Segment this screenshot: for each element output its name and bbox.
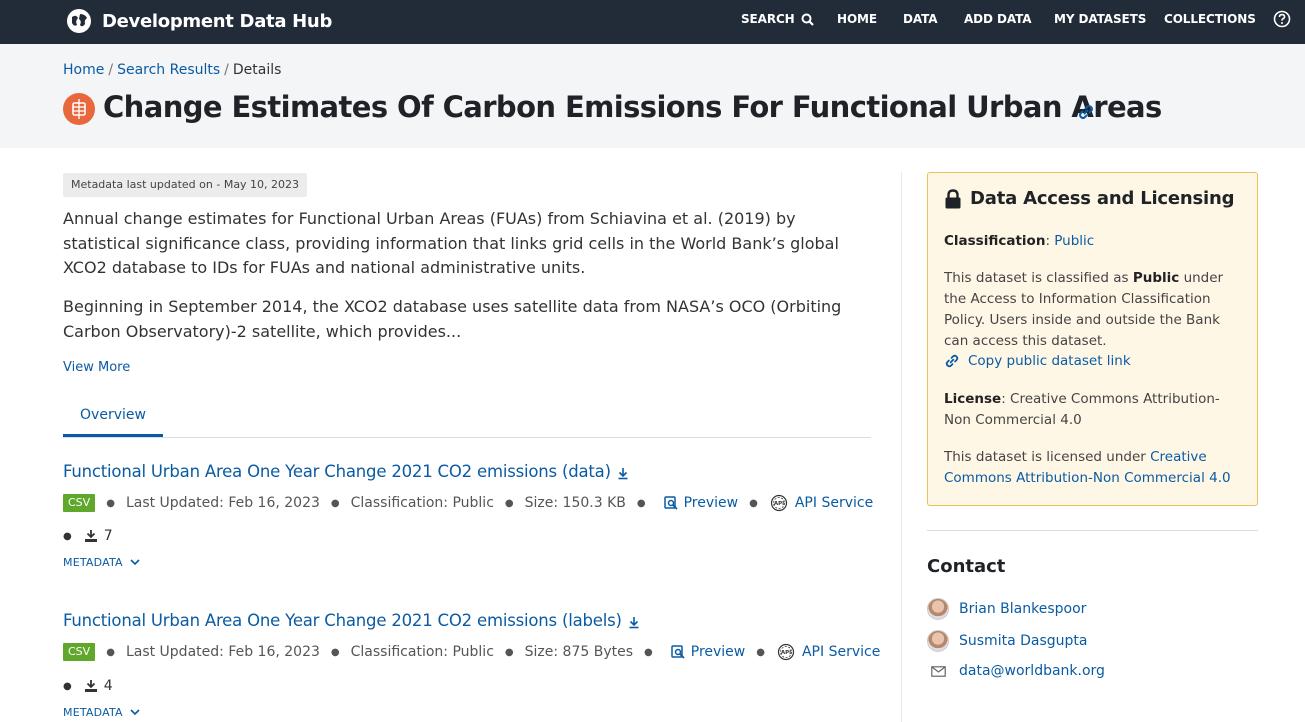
- tab-divider: [63, 437, 871, 438]
- metadata-toggle[interactable]: METADATA: [63, 706, 140, 719]
- svg-text:API: API: [774, 501, 784, 507]
- breadcrumb-search-results[interactable]: Search Results: [117, 62, 220, 78]
- download-icon[interactable]: [617, 466, 629, 480]
- breadcrumb-home[interactable]: Home: [63, 62, 104, 78]
- app-name: Development Data Hub: [102, 10, 333, 32]
- section-divider: [927, 530, 1258, 531]
- tab-overview[interactable]: Overview: [63, 401, 163, 437]
- view-more-link[interactable]: View More: [63, 360, 130, 375]
- page-title: Change Estimates Of Carbon Emissions For…: [103, 90, 1162, 124]
- link-icon[interactable]: [1077, 103, 1095, 121]
- nav-my-datasets[interactable]: MY DATASETS: [1054, 12, 1146, 26]
- classification: Public: [452, 495, 494, 511]
- dataset-type-icon: [63, 93, 95, 125]
- preview-icon: [671, 645, 685, 659]
- format-badge: CSV: [63, 643, 96, 661]
- api-icon: API: [770, 494, 787, 512]
- resource-meta: CSV ● Last Updated: Feb 16, 2023 ● Class…: [63, 494, 873, 512]
- preview-icon: [663, 496, 678, 510]
- classification-line: Classification: Public: [944, 233, 1095, 249]
- file-size: 150.3 KB: [562, 495, 626, 511]
- last-updated: Feb 16, 2023: [228, 495, 320, 511]
- description-paragraph-2: Beginning in September 2014, the XCO2 da…: [63, 297, 842, 341]
- breadcrumb: Home / Search Results / Details: [63, 62, 282, 78]
- classification-link[interactable]: Public: [1054, 233, 1094, 249]
- data-access-title: Data Access and Licensing: [944, 188, 1235, 209]
- nav-collections[interactable]: COLLECTIONS: [1164, 12, 1256, 26]
- download-icon[interactable]: [628, 615, 640, 629]
- search-icon: [801, 13, 814, 26]
- contact-person[interactable]: Susmita Dasgupta: [927, 630, 1087, 652]
- breadcrumb-current: Details: [232, 62, 282, 78]
- description-paragraph-1: Annual change estimates for Functional U…: [63, 209, 839, 277]
- nav-add-data[interactable]: ADD DATA: [964, 12, 1032, 26]
- lock-icon: [945, 188, 961, 208]
- resource-title[interactable]: Functional Urban Area One Year Change 20…: [63, 462, 629, 481]
- contact-email[interactable]: data@worldbank.org: [927, 663, 1105, 679]
- svg-text:API: API: [781, 650, 791, 656]
- resource-meta: CSV ● Last Updated: Feb 16, 2023 ● Class…: [63, 643, 880, 661]
- chevron-down-icon: [130, 709, 140, 716]
- avatar: [927, 598, 949, 620]
- avatar: [927, 630, 949, 652]
- license-line: License: Creative Commons Attribution-No…: [944, 391, 1220, 428]
- metadata-toggle[interactable]: METADATA: [63, 556, 140, 569]
- license-text: This dataset is licensed under Creative …: [944, 449, 1231, 486]
- nav-data[interactable]: DATA: [903, 12, 938, 26]
- chevron-down-icon: [130, 559, 140, 566]
- metadata-updated-badge: Metadata last updated on - May 10, 2023: [63, 173, 308, 197]
- preview-link[interactable]: Preview: [671, 644, 745, 660]
- contact-person[interactable]: Brian Blankespoor: [927, 598, 1086, 620]
- brand-logo[interactable]: Development Data Hub: [66, 8, 332, 34]
- link-icon: [945, 354, 959, 368]
- download-count: ● 7: [63, 528, 113, 544]
- top-navbar: Development Data Hub SEARCH HOME DATA AD…: [0, 0, 1305, 44]
- download-count: ● 4: [63, 678, 113, 694]
- classification: Public: [452, 644, 494, 660]
- download-icon: [84, 680, 97, 692]
- classification-text: This dataset is classified as Public und…: [944, 270, 1224, 349]
- api-icon: API: [777, 643, 795, 661]
- contact-heading: Contact: [927, 556, 1006, 577]
- copy-dataset-link[interactable]: Copy public dataset link: [944, 353, 1131, 369]
- format-badge: CSV: [63, 494, 96, 512]
- nav-search[interactable]: SEARCH: [741, 12, 814, 26]
- api-service-link[interactable]: API API Service: [769, 494, 873, 512]
- column-divider: [901, 172, 902, 722]
- envelope-icon: [930, 665, 946, 677]
- api-service-link[interactable]: API API Service: [776, 643, 880, 661]
- nav-home[interactable]: HOME: [837, 12, 877, 26]
- download-icon: [84, 530, 97, 542]
- file-size: 875 Bytes: [562, 644, 634, 660]
- preview-link[interactable]: Preview: [663, 495, 738, 511]
- last-updated: Feb 16, 2023: [228, 644, 320, 660]
- globe-icon: [67, 9, 91, 33]
- help-icon[interactable]: [1273, 10, 1291, 28]
- resource-title[interactable]: Functional Urban Area One Year Change 20…: [63, 611, 640, 630]
